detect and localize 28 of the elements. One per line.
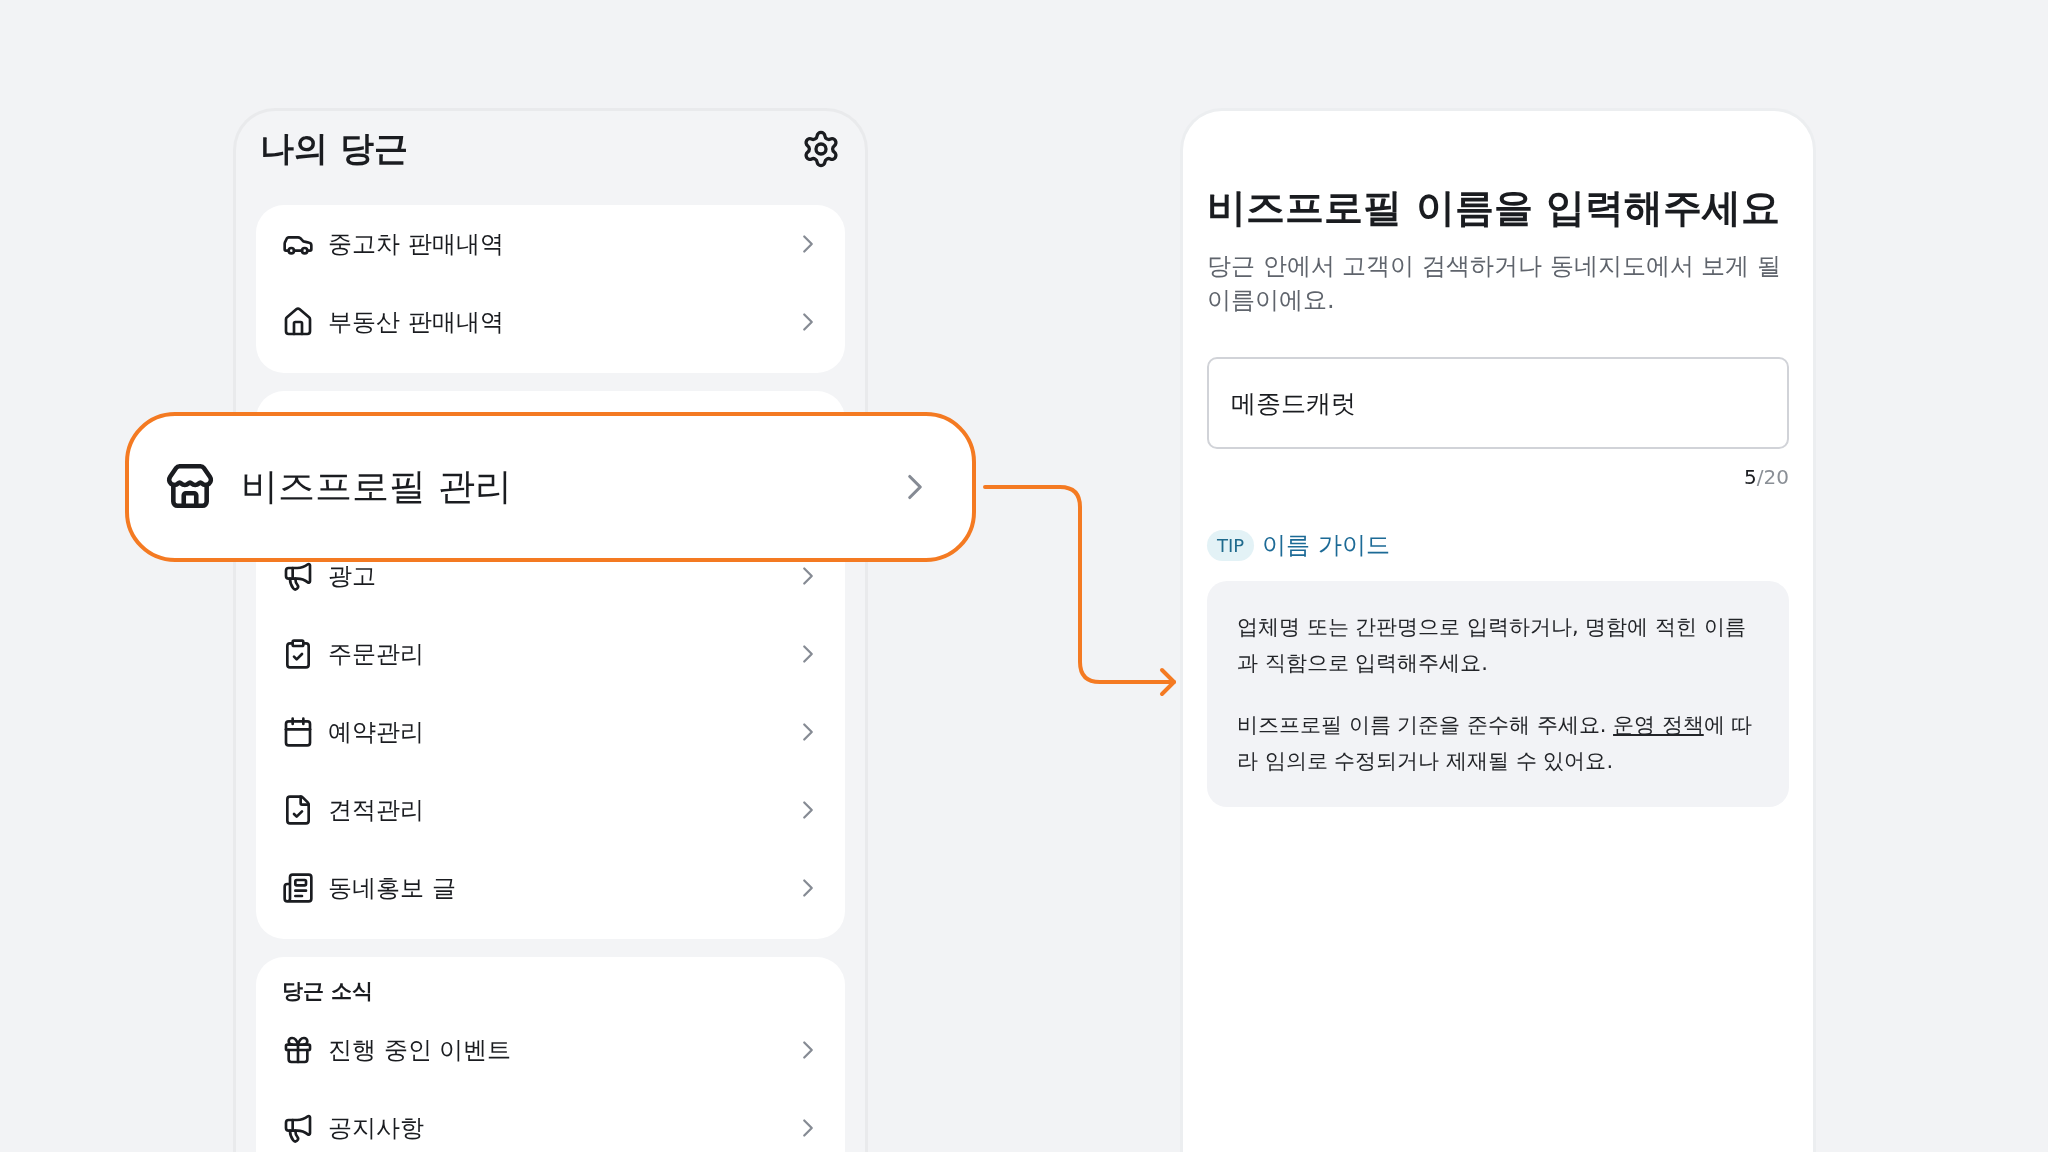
settings-icon[interactable]	[801, 129, 841, 169]
menu-item[interactable]: 진행 중인 이벤트	[256, 1011, 845, 1089]
highlighted-menu-item[interactable]: 비즈프로필 관리	[125, 412, 976, 562]
form-title: 비즈프로필 이름을 입력해주세요	[1207, 184, 1782, 232]
calendar-icon	[282, 716, 314, 748]
menu-item[interactable]: 부동산 판매내역	[256, 283, 845, 361]
newspaper-icon	[282, 872, 314, 904]
form-description: 당근 안에서 고객이 검색하거나 동네지도에서 보게 될 이름이에요.	[1207, 251, 1782, 316]
name-input-field[interactable]: 메종드캐럿	[1207, 357, 1789, 449]
guide-text: 업체명 또는 간판명으로 입력하거나, 명함에 적힌 이름과 직함으로 입력해주세요.	[1237, 614, 1747, 677]
megaphone-icon	[282, 1112, 314, 1144]
character-count: 5	[1744, 465, 1757, 489]
tip-badge: TIP	[1207, 529, 1255, 561]
tip-title: 이름 가이드	[1262, 530, 1390, 561]
menu-item[interactable]: 견적관리	[256, 771, 845, 849]
menu-item[interactable]: 공지사항	[256, 1089, 845, 1152]
character-limit: /20	[1756, 465, 1789, 489]
menu-item[interactable]: 동네홍보 글	[256, 849, 845, 927]
page-title: 나의 당근	[260, 127, 408, 170]
menu-item[interactable]: 중고차 판매내역	[256, 205, 845, 283]
menu-item[interactable]: 주문관리	[256, 615, 845, 693]
megaphone-icon	[282, 560, 314, 592]
gift-icon	[282, 1034, 314, 1066]
house-icon	[282, 306, 314, 338]
guide-text: 비즈프로필 이름 기준을 준수해 주세요. 운영 정책에 따라 임의로 수정되거나 제재될 수 있어요.	[1237, 712, 1754, 775]
section-title: 당근 소식	[281, 978, 375, 1005]
menu-item[interactable]: 예약관리	[256, 693, 845, 771]
policy-link[interactable]: 운영 정책	[1613, 713, 1704, 737]
